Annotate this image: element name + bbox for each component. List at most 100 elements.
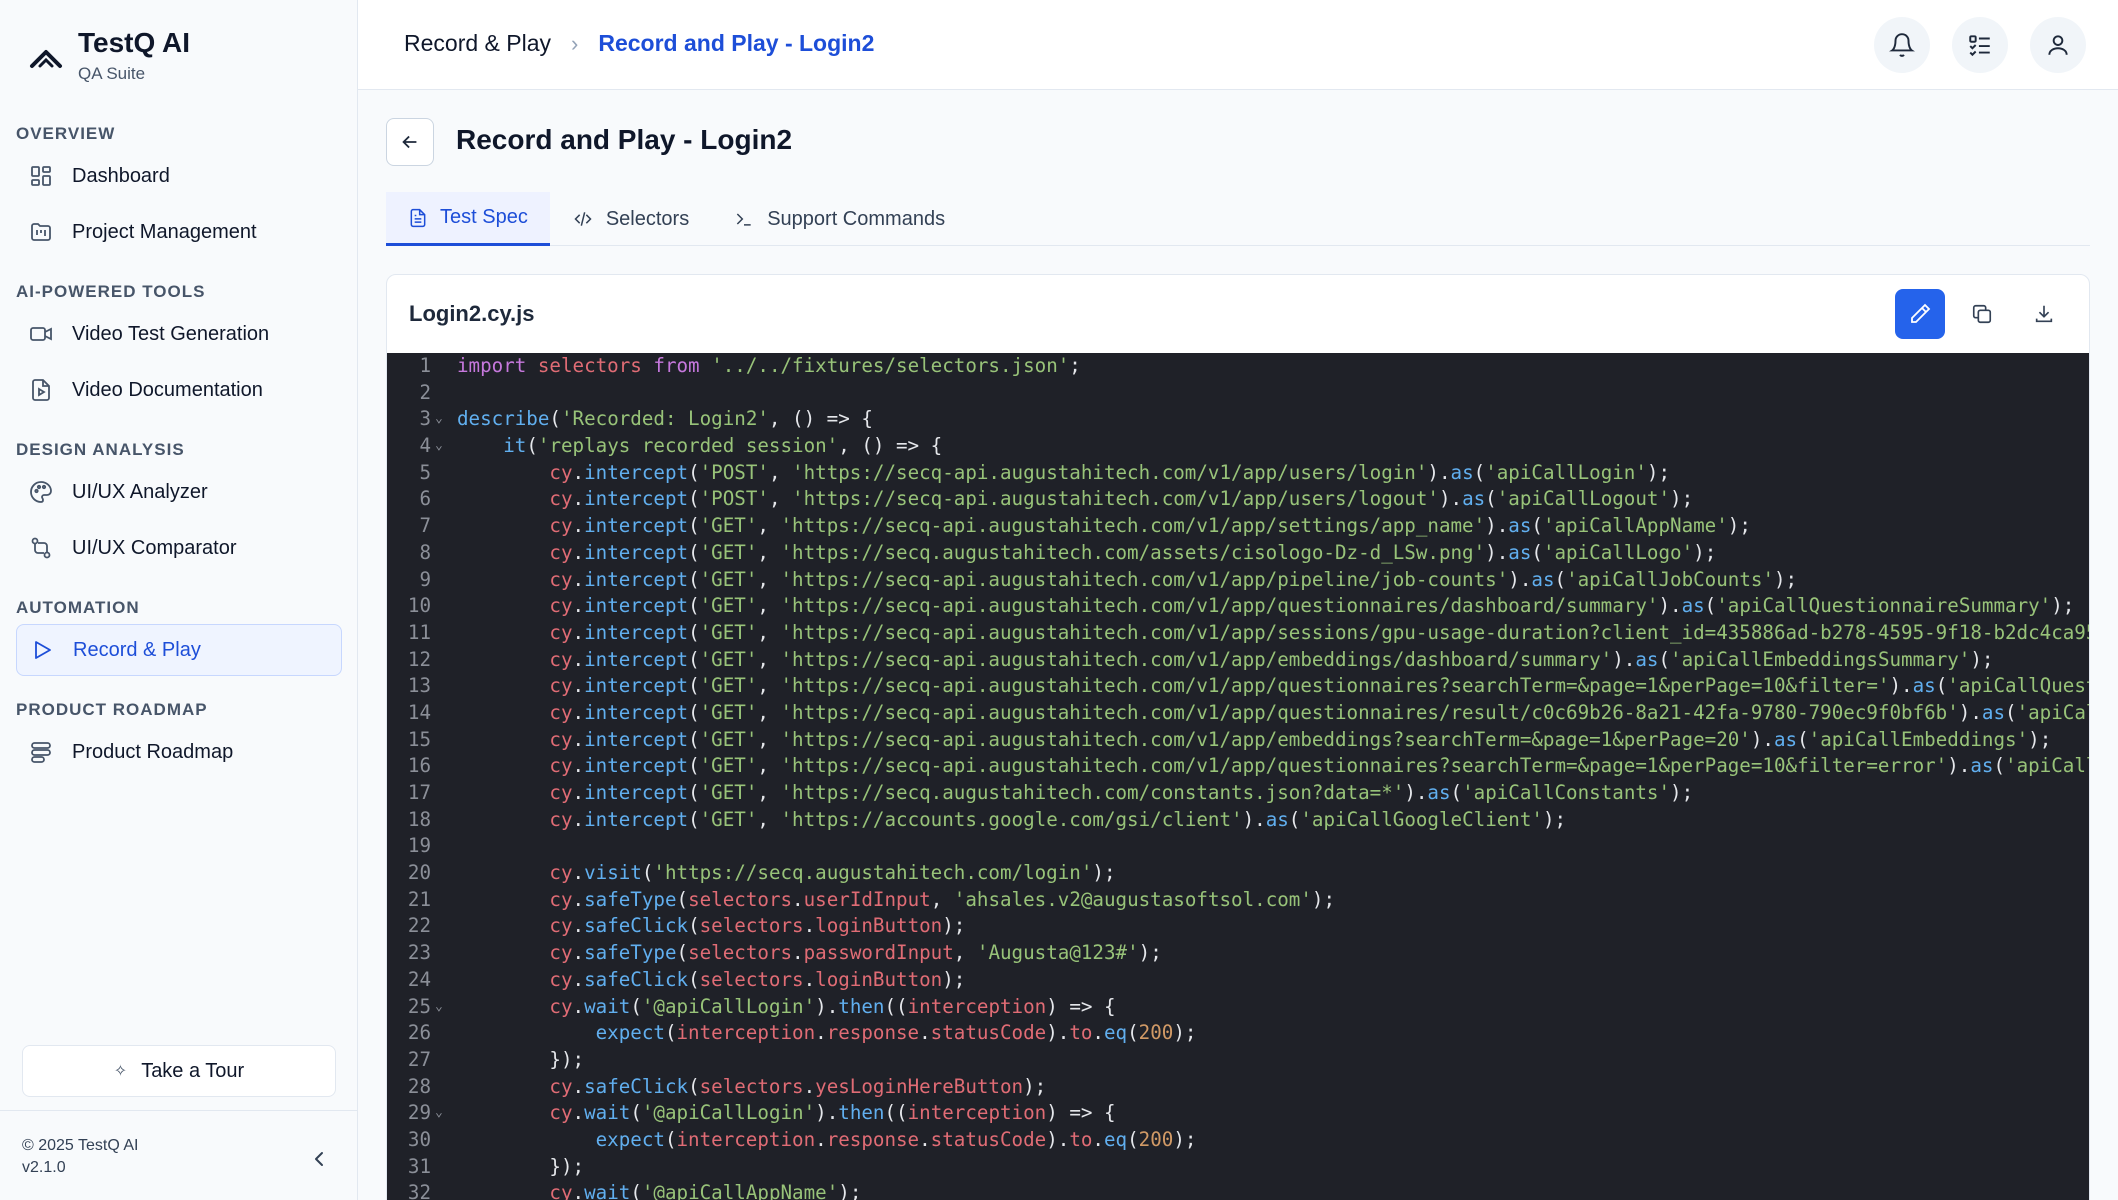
line-number: 1 [419, 354, 431, 377]
line-number: 4 [419, 434, 431, 458]
sidebar-footer: © 2025 TestQ AI v2.1.0 [0, 1110, 358, 1200]
code-line: 28 cy.safeClick(selectors.yesLoginHereBu… [387, 1074, 2089, 1101]
tab-support-commands[interactable]: Support Commands [711, 192, 967, 246]
code-line: 14 cy.intercept('GET', 'https://secq-api… [387, 700, 2089, 727]
code-text: cy.intercept('GET', 'https://secq-api.au… [549, 727, 2052, 751]
chevron-right-icon: › [571, 30, 579, 56]
line-number: 12 [407, 647, 431, 671]
page-title: Record and Play - Login2 [456, 124, 793, 155]
fold-gutter [435, 673, 447, 700]
sidebar-item-project-management[interactable]: Project Management [16, 206, 342, 258]
fold-gutter [435, 1047, 447, 1074]
checklist-icon [1969, 35, 1990, 57]
sidebar-item-uiux-comparator[interactable]: UI/UX Comparator [16, 522, 342, 574]
breadcrumb: Record & Play › Record and Play - Login2 [404, 30, 874, 57]
nav-section-design-analysis: DESIGN ANALYSIS [16, 440, 185, 459]
sidebar-item-dashboard[interactable]: Dashboard [16, 150, 342, 202]
sidebar-item-record-play[interactable]: Record & Play [16, 624, 342, 676]
tasks-button[interactable] [1952, 17, 2008, 73]
fold-chevron-icon[interactable]: ⌄ [435, 1100, 447, 1127]
code-card: Login2.cy.js 1 import selectors from '../… [386, 274, 2090, 1200]
code-text: cy.safeClick(selectors.loginButton); [549, 967, 966, 991]
sidebar-item-product-roadmap[interactable]: Product Roadmap [16, 726, 342, 778]
copy-button[interactable] [1957, 289, 2007, 339]
code-line: 5 cy.intercept('POST', 'https://secq-api… [387, 460, 2089, 487]
brand-name: TestQ AI [78, 27, 191, 58]
line-number: 24 [407, 967, 431, 991]
code-line: 17 cy.intercept('GET', 'https://secq.aug… [387, 780, 2089, 807]
line-number: 18 [407, 807, 431, 831]
tab-test-spec[interactable]: Test Spec [386, 192, 550, 246]
download-button[interactable] [2019, 289, 2069, 339]
line-number: 23 [407, 941, 431, 965]
code-text: }); [457, 1154, 585, 1178]
fold-chevron-icon[interactable]: ⌄ [435, 406, 447, 433]
code-line: 22 cy.safeClick(selectors.loginButton); [387, 913, 2089, 940]
collapse-sidebar-icon[interactable] [310, 1149, 330, 1169]
fold-gutter [435, 380, 447, 407]
fold-gutter [435, 753, 447, 780]
document-icon [408, 208, 428, 228]
line-number: 27 [407, 1047, 431, 1071]
line-number: 22 [407, 914, 431, 938]
code-icon [572, 209, 594, 229]
code-text: cy.intercept('GET', 'https://secq-api.au… [549, 567, 1798, 591]
fold-gutter [435, 486, 447, 513]
tab-bar: Test Spec Selectors Support Commands [386, 192, 2090, 246]
code-text: cy.intercept('GET', 'https://secq.august… [549, 781, 1694, 804]
terminal-icon [733, 209, 755, 229]
code-text: cy.intercept('GET', 'https://secq.august… [549, 540, 1717, 564]
fold-gutter [435, 460, 447, 487]
profile-button[interactable] [2030, 17, 2086, 73]
fold-gutter [435, 913, 447, 940]
sparkle-icon: ✧ [113, 1063, 128, 1080]
code-line: 13 cy.intercept('GET', 'https://secq-api… [387, 673, 2089, 700]
code-line: 6 cy.intercept('POST', 'https://secq-api… [387, 486, 2089, 513]
main-content: Record and Play - Login2 Test Spec Selec… [358, 90, 2118, 1200]
code-text: cy.intercept('POST', 'https://secq-api.a… [549, 487, 1694, 511]
tab-selectors[interactable]: Selectors [550, 192, 711, 246]
sidebar-item-video-test-generation[interactable]: Video Test Generation [16, 308, 342, 360]
line-number: 2 [419, 380, 431, 404]
line-number: 5 [419, 460, 431, 484]
edit-button[interactable] [1895, 289, 1945, 339]
fold-gutter [435, 700, 447, 727]
code-text: cy.intercept('GET', 'https://secq-api.au… [549, 754, 2089, 778]
sidebar-item-video-documentation[interactable]: Video Documentation [16, 364, 342, 416]
sidebar-item-label: Record & Play [73, 638, 201, 661]
line-number: 15 [407, 727, 431, 751]
notifications-button[interactable] [1874, 17, 1930, 73]
code-text: cy.wait('@apiCallAppName'); [549, 1181, 862, 1200]
line-number: 16 [407, 754, 431, 778]
code-line: 12 cy.intercept('GET', 'https://secq-api… [387, 647, 2089, 674]
code-text: cy.wait('@apiCallLogin').then((intercept… [549, 1101, 1116, 1125]
brand[interactable]: TestQ AI QA Suite [28, 26, 190, 84]
nav-section-product-roadmap: PRODUCT ROADMAP [16, 700, 208, 719]
roadmap-icon [28, 739, 54, 765]
code-line: 32 cy.wait('@apiCallAppName'); [387, 1180, 2089, 1200]
fold-gutter [435, 1127, 447, 1154]
fold-gutter [435, 940, 447, 967]
fold-gutter [435, 780, 447, 807]
fold-gutter [435, 833, 447, 860]
line-number: 32 [407, 1181, 431, 1200]
folder-kanban-icon [28, 219, 54, 245]
fold-chevron-icon[interactable]: ⌄ [435, 433, 447, 460]
fold-gutter [435, 620, 447, 647]
download-icon [2035, 305, 2053, 323]
breadcrumb-parent[interactable]: Record & Play [404, 30, 551, 57]
sidebar-item-uiux-analyzer[interactable]: UI/UX Analyzer [16, 466, 342, 518]
dashboard-grid-icon [28, 163, 54, 189]
code-editor[interactable]: 1 import selectors from '../../fixtures/s… [387, 353, 2089, 1200]
back-button[interactable] [386, 118, 434, 166]
code-card-header: Login2.cy.js [387, 275, 2089, 353]
code-line: 2 [387, 380, 2089, 407]
line-number: 31 [407, 1154, 431, 1178]
line-number: 25 [407, 994, 431, 1018]
fold-chevron-icon[interactable]: ⌄ [435, 994, 447, 1021]
take-tour-button[interactable]: ✧ Take a Tour [22, 1045, 336, 1097]
nav-section-ai-tools: AI-POWERED TOOLS [16, 282, 206, 301]
line-number: 6 [419, 487, 431, 511]
